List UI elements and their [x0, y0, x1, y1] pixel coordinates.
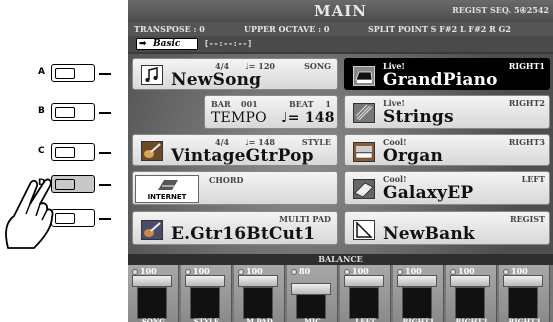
song-panel[interactable]: 4/4 ♩= 120 SONG NewSong: [132, 58, 338, 90]
organ-icon: [353, 142, 375, 162]
balance-channel[interactable]: 100 M.PAD: [234, 265, 285, 322]
side-button-letter: C: [38, 146, 45, 156]
channel-value-text: 80: [299, 266, 311, 276]
bar-tempo-panel[interactable]: BAR 001 BEAT 1 TEMPO ♩= 148: [204, 95, 338, 129]
voice-part-label: RIGHT1: [508, 61, 545, 71]
arrow-right-icon: ➡: [139, 39, 147, 49]
multipad-type-label: MULTI PAD: [279, 214, 331, 224]
balance-channel[interactable]: 100 RIGHT2: [446, 265, 497, 322]
song-name: NewSong: [171, 70, 262, 90]
balance-channel[interactable]: 100 RIGHT1: [393, 265, 444, 322]
style-name: VintageGtrPop: [171, 146, 314, 166]
bar-value: 001: [241, 99, 258, 109]
guitar-icon: [141, 141, 163, 161]
fader-track: [508, 287, 538, 319]
basic-label: Basic: [153, 39, 181, 49]
basic-bar: ➡ Basic [--:--:--]: [128, 36, 553, 52]
balance-title: BALANCE: [128, 254, 553, 265]
fader-cap[interactable]: [503, 275, 543, 287]
channel-name: STYLE: [193, 317, 220, 322]
channel-name: RIGHT3: [508, 317, 541, 322]
fader-track: [243, 287, 273, 319]
regist-sequence: REGIST SEQ. 5④2542: [452, 5, 549, 15]
voice-part-label: RIGHT2: [508, 98, 545, 108]
internet-button[interactable]: INTERNET: [135, 175, 199, 203]
regist-bank-name: NewBank: [383, 224, 475, 244]
fader-cap[interactable]: [185, 275, 225, 287]
fader-cap[interactable]: [132, 275, 172, 287]
channel-name: LEFT: [355, 317, 376, 322]
side-button-a[interactable]: A: [38, 64, 111, 84]
fader-cap[interactable]: [344, 275, 384, 287]
voice-part-label: LEFT: [521, 174, 545, 184]
title-bar: MAIN REGIST SEQ. 5④2542: [128, 0, 553, 22]
channel-volume-value: 80: [291, 266, 310, 276]
voice-name: GrandPiano: [383, 70, 498, 90]
basic-mode-button[interactable]: ➡ Basic: [136, 38, 198, 50]
voice-name: Strings: [383, 107, 454, 127]
channel-name: SONG: [141, 317, 166, 322]
balance-channel[interactable]: 100 SONG: [128, 265, 179, 322]
voice-panel-left[interactable]: Cool! LEFT GalaxyEP: [344, 171, 550, 205]
channel-name: RIGHT2: [455, 317, 488, 322]
side-button-letter: B: [38, 106, 45, 116]
beat-label: BEAT: [289, 99, 314, 109]
song-type-label: SONG: [304, 61, 331, 71]
info-bar: TRANSPOSE : 0 UPPER OCTAVE : 0 SPLIT POI…: [128, 22, 553, 36]
channel-name: RIGHT1: [402, 317, 435, 322]
voice-part-label: RIGHT3: [508, 137, 545, 147]
fader-cap[interactable]: [450, 275, 490, 287]
lcd-screen: MAIN REGIST SEQ. 5④2542 TRANSPOSE : 0 UP…: [128, 0, 553, 322]
balance-channel[interactable]: 100 LEFT: [340, 265, 391, 322]
internet-label: INTERNET: [147, 193, 187, 201]
bar-label: BAR: [211, 99, 231, 109]
multipad-name: E.Gtr16BtCut1: [171, 224, 316, 244]
elapsed-time: [--:--:--]: [204, 39, 253, 48]
side-button-b[interactable]: B: [38, 103, 111, 123]
strings-icon: [353, 103, 375, 123]
regist-label: REGIST: [509, 214, 545, 224]
voice-panel-right3[interactable]: Cool! RIGHT3 Organ: [344, 134, 550, 166]
voice-name: Organ: [383, 146, 444, 166]
chord-panel[interactable]: INTERNET CHORD: [132, 171, 338, 205]
channel-name: MIC: [304, 317, 321, 322]
main-area: 4/4 ♩= 120 SONG NewSong BAR 001 BEAT 1 T…: [128, 54, 553, 254]
fader-track: [455, 287, 485, 319]
fader-track: [402, 287, 432, 319]
multipad-panel[interactable]: MULTI PAD E.Gtr16BtCut1: [132, 211, 338, 245]
internet-icon: [158, 180, 178, 190]
balance-mixer: 100 SONG 100 STYLE 100 M.PAD 80 MIC 100 LEFT 100 RI…: [128, 265, 553, 322]
split-point-value: SPLIT POINT S F#2 L F#2 R G2: [368, 24, 511, 34]
music-note-icon: [141, 65, 163, 85]
piano-icon: [353, 66, 375, 86]
voice-name: GalaxyEP: [383, 183, 474, 203]
fader-cap[interactable]: [291, 283, 331, 295]
upper-octave-value: UPPER OCTAVE : 0: [244, 24, 330, 34]
regist-bank-icon: [353, 220, 375, 240]
style-panel[interactable]: 4/4 ♩= 148 STYLE VintageGtrPop: [132, 134, 338, 166]
balance-channel[interactable]: 100 RIGHT3: [499, 265, 550, 322]
fader-cap[interactable]: [238, 275, 278, 287]
balance-channel[interactable]: 100 STYLE: [181, 265, 232, 322]
transpose-value: TRANSPOSE : 0: [134, 24, 205, 34]
side-button-c[interactable]: C: [38, 143, 111, 163]
multipad-guitar-icon: [141, 220, 163, 240]
beat-value: 1: [325, 99, 331, 109]
knob-icon: [291, 269, 297, 275]
tempo-label: TEMPO: [211, 110, 267, 126]
keyboard-icon: [353, 179, 375, 199]
voice-panel-right2[interactable]: Live! RIGHT2 Strings: [344, 95, 550, 129]
voice-panel-right1[interactable]: Live! RIGHT1 GrandPiano: [344, 58, 550, 90]
fader-cap[interactable]: [397, 275, 437, 287]
regist-bank-panel[interactable]: REGIST NewBank: [344, 211, 550, 245]
fader-track: [349, 287, 379, 319]
channel-name: M.PAD: [246, 317, 273, 322]
chord-label: CHORD: [209, 175, 244, 185]
side-button-letter: A: [38, 67, 45, 77]
balance-channel[interactable]: 80 MIC: [287, 265, 338, 322]
fader-track: [190, 287, 220, 319]
tempo-value: ♩= 148: [281, 110, 335, 126]
pressing-hand-icon: [5, 178, 54, 249]
fader-track: [137, 287, 167, 319]
